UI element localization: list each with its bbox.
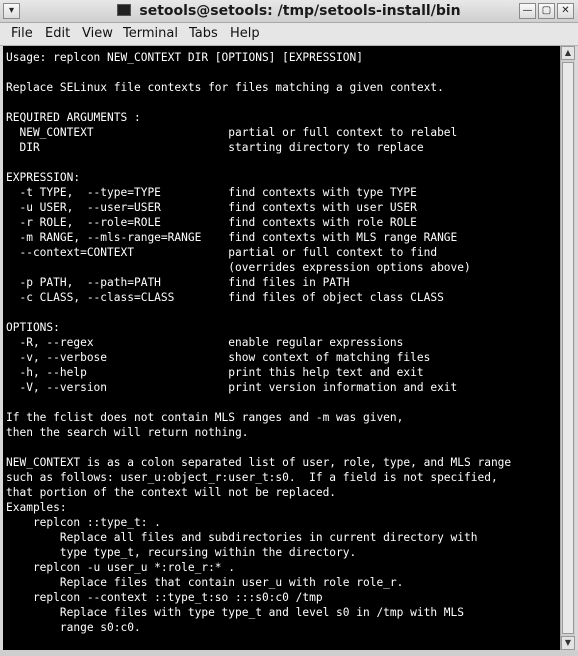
terminal-line: Replace SELinux file contexts for files … (6, 81, 444, 94)
terminal-line: Replace files that contain user_u with r… (6, 576, 404, 589)
terminal-line: OPTIONS: (6, 321, 60, 334)
terminal-output: Usage: replcon NEW_CONTEXT DIR [OPTIONS]… (3, 46, 560, 650)
terminal-line: -p PATH, --path=PATH find files in PATH (6, 276, 350, 289)
terminal-line: -m RANGE, --mls-range=RANGE find context… (6, 231, 458, 244)
terminal-area[interactable]: Usage: replcon NEW_CONTEXT DIR [OPTIONS]… (3, 46, 560, 650)
scroll-up-button[interactable]: ▲ (561, 46, 575, 60)
terminal-scrollbar[interactable]: ▲ ▼ (560, 46, 575, 650)
minimize-button[interactable]: — (519, 3, 536, 19)
terminal-line: NEW_CONTEXT partial or full context to r… (6, 126, 458, 139)
minimize-icon: — (522, 5, 533, 16)
terminal-line: such as follows: user_u:object_r:user_t:… (6, 471, 498, 484)
scroll-down-icon: ▼ (564, 638, 572, 647)
terminal-line: (overrides expression options above) (6, 261, 471, 274)
terminal-line: -u USER, --user=USER find contexts with … (6, 201, 417, 214)
terminal-line: REQUIRED ARGUMENTS : (6, 111, 141, 124)
terminal-line: replcon ::type_t: . (6, 516, 161, 529)
window-frame-bottom (0, 650, 578, 656)
menu-bar: File Edit View Terminal Tabs Help (0, 23, 578, 46)
terminal-line: Replace files with type type_t and level… (6, 606, 465, 619)
maximize-icon: ▢ (541, 5, 552, 16)
menu-file[interactable]: File (11, 26, 33, 41)
close-icon: ✕ (561, 5, 570, 16)
menu-help[interactable]: Help (230, 26, 260, 41)
terminal-line: -V, --version print version information … (6, 381, 458, 394)
menu-terminal[interactable]: Terminal (123, 26, 178, 41)
terminal-app-icon (117, 4, 132, 16)
terminal-line: DIR starting directory to replace (6, 141, 424, 154)
terminal-line: replcon -u user_u *:role_r:* . (6, 561, 236, 574)
terminal-line: range s0:c0. (6, 621, 141, 634)
terminal-line: -R, --regex enable regular expressions (6, 336, 404, 349)
window-title: setools@setools: /tmp/setools-install/bi… (139, 3, 461, 19)
maximize-button[interactable]: ▢ (538, 3, 555, 19)
terminal-line: Examples: (6, 501, 67, 514)
window-titlebar[interactable]: ▾ setools@setools: /tmp/setools-install/… (0, 0, 578, 23)
terminal-line: If the fclist does not contain MLS range… (6, 411, 404, 424)
terminal-line: Usage: replcon NEW_CONTEXT DIR [OPTIONS]… (6, 51, 363, 64)
window-title-area: setools@setools: /tmp/setools-install/bi… (0, 3, 578, 19)
terminal-line: type type_t, recursing within the direct… (6, 546, 357, 559)
terminal-line: --context=CONTEXT partial or full contex… (6, 246, 438, 259)
terminal-line: replcon --context ::type_t:so :::s0:c0 /… (6, 591, 323, 604)
scroll-down-button[interactable]: ▼ (561, 636, 575, 650)
terminal-line: then the search will return nothing. (6, 426, 249, 439)
terminal-line: that portion of the context will not be … (6, 486, 337, 499)
close-button[interactable]: ✕ (557, 3, 574, 19)
terminal-line: -r ROLE, --role=ROLE find contexts with … (6, 216, 417, 229)
terminal-line: -t TYPE, --type=TYPE find contexts with … (6, 186, 417, 199)
terminal-line: -h, --help print this help text and exit (6, 366, 424, 379)
scroll-up-icon: ▲ (564, 48, 572, 57)
terminal-line: EXPRESSION: (6, 171, 81, 184)
terminal-line: NEW_CONTEXT is as a colon separated list… (6, 456, 512, 469)
menu-edit[interactable]: Edit (45, 26, 70, 41)
menu-view[interactable]: View (82, 26, 113, 41)
menu-tabs[interactable]: Tabs (189, 26, 218, 41)
terminal-line: -c CLASS, --class=CLASS find files of ob… (6, 291, 444, 304)
scrollbar-thumb[interactable] (562, 62, 574, 634)
terminal-line: -v, --verbose show context of matching f… (6, 351, 431, 364)
terminal-line: Replace all files and subdirectories in … (6, 531, 478, 544)
